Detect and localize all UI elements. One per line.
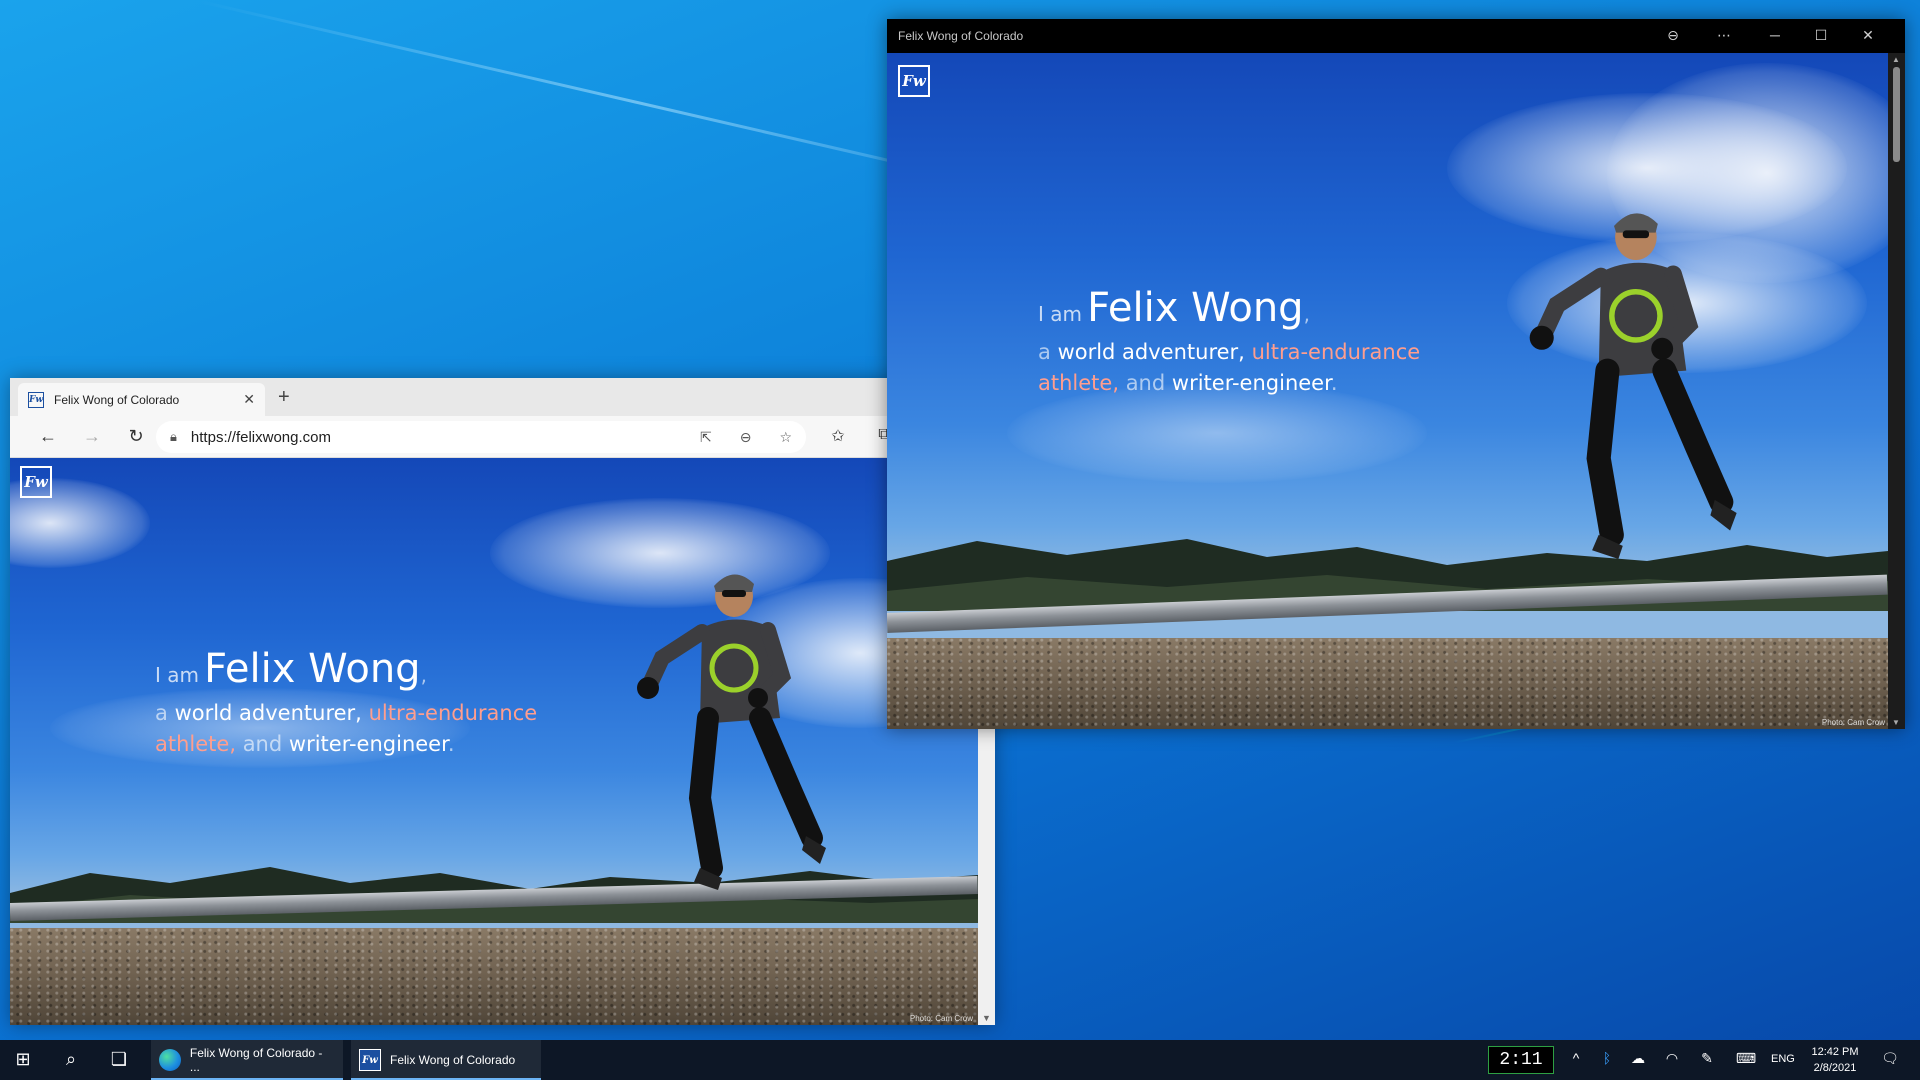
hero-comma: , xyxy=(420,663,427,687)
felix-wong-app-icon: Fw xyxy=(359,1049,381,1071)
gravel-ground xyxy=(887,638,1888,729)
runner-figure xyxy=(637,574,826,890)
wifi-icon[interactable]: ◠ xyxy=(1662,1050,1682,1067)
more-icon[interactable]: ⋯ xyxy=(1713,27,1735,44)
system-clock[interactable]: 12:42 PM 2/8/2021 xyxy=(1804,1044,1866,1076)
hero-name: Felix Wong xyxy=(1087,285,1304,331)
tagline-writer-engineer: writer-engineer xyxy=(288,732,448,756)
app-titlebar[interactable]: Felix Wong of Colorado ⊖ ⋯ ─ ☐ ✕ xyxy=(887,19,1905,53)
notifications-icon[interactable]: 🗨︎ xyxy=(1880,1050,1900,1067)
site-logo-icon[interactable]: Fw xyxy=(898,65,930,97)
edge-browser-window[interactable]: Fw Felix Wong of Colorado ✕ + ← → ↻ 🔒︎ h… xyxy=(10,378,995,1025)
show-hidden-icons-icon[interactable]: ^ xyxy=(1568,1050,1584,1066)
photo-credit: Photo: Cam Crow xyxy=(909,1014,973,1023)
tagline-ultra-endurance: ultra-endurance xyxy=(368,701,538,725)
tagline-ultra-endurance: ultra-endurance xyxy=(1251,340,1421,364)
refresh-icon[interactable]: ↻ xyxy=(124,426,148,447)
tagline-world-adventurer: world adventurer, xyxy=(1057,340,1245,364)
taskbar: ⊞ ⌕ ❏ Felix Wong of Colorado - ... Fw Fe… xyxy=(0,1040,1920,1080)
scroll-down-icon[interactable]: ▼ xyxy=(1892,718,1900,727)
touch-keyboard-icon[interactable]: ⌨ xyxy=(1735,1050,1757,1067)
gravel-ground xyxy=(10,928,978,1025)
pen-icon[interactable]: ✎ xyxy=(1697,1050,1717,1067)
forward-icon[interactable]: → xyxy=(80,426,104,447)
tab-close-icon[interactable]: ✕ xyxy=(243,391,255,408)
taskbar-app-pwa-label: Felix Wong of Colorado xyxy=(390,1053,516,1067)
tab-title: Felix Wong of Colorado xyxy=(54,392,180,407)
hero-comma: , xyxy=(1303,302,1310,326)
tagline-and: and xyxy=(242,732,283,756)
hero-tagline: a world adventurer, ultra-endurance athl… xyxy=(1038,337,1438,399)
zoom-out-icon[interactable]: ⊖ xyxy=(740,429,752,446)
site-logo-icon[interactable]: Fw xyxy=(20,466,52,498)
tagline-period: . xyxy=(447,732,455,756)
tagline-world-adventurer: world adventurer, xyxy=(174,701,362,725)
taskbar-app-edge[interactable]: Felix Wong of Colorado - ... xyxy=(151,1040,343,1080)
taskbar-app-pwa[interactable]: Fw Felix Wong of Colorado xyxy=(351,1040,541,1080)
runner-figure xyxy=(1529,213,1737,559)
tagline-a: a xyxy=(155,701,168,725)
hero-i-am: I am xyxy=(155,663,199,687)
task-view-icon[interactable]: ❏ xyxy=(107,1049,131,1070)
scroll-up-icon[interactable]: ▲ xyxy=(1892,55,1900,64)
scroll-thumb[interactable] xyxy=(1893,67,1900,162)
open-in-app-icon[interactable]: ⇱ xyxy=(700,429,712,446)
tagline-writer-engineer: writer-engineer xyxy=(1171,371,1331,395)
edge-icon xyxy=(159,1049,181,1071)
hero-heading: I am Felix Wong, a world adventurer, ult… xyxy=(155,646,555,760)
hero-i-am: I am xyxy=(1038,302,1082,326)
lock-icon[interactable]: 🔒︎ xyxy=(170,429,177,445)
new-tab-button[interactable]: + xyxy=(278,386,290,409)
timer-widget[interactable]: 2:11 xyxy=(1488,1046,1554,1074)
clock-time: 12:42 PM xyxy=(1811,1046,1859,1058)
scroll-down-icon[interactable]: ▼ xyxy=(982,1013,991,1023)
bluetooth-icon[interactable]: ᛒ xyxy=(1599,1050,1615,1066)
photo-credit: Photo: Cam Crow xyxy=(1821,718,1885,727)
tagline-athlete: athlete, xyxy=(1038,371,1119,395)
language-indicator[interactable]: ENG xyxy=(1771,1053,1795,1065)
tagline-athlete: athlete, xyxy=(155,732,236,756)
tagline-and: and xyxy=(1125,371,1166,395)
hero-tagline: a world adventurer, ultra-endurance athl… xyxy=(155,698,555,760)
zoom-icon[interactable]: ⊖ xyxy=(1662,27,1684,44)
clock-date: 2/8/2021 xyxy=(1813,1062,1857,1074)
minimize-icon[interactable]: ─ xyxy=(1764,27,1786,43)
site-favicon-icon: Fw xyxy=(28,391,44,408)
hero-heading: I am Felix Wong, a world adventurer, ult… xyxy=(1038,285,1438,399)
close-icon[interactable]: ✕ xyxy=(1857,27,1879,44)
favorites-icon[interactable]: ✩ xyxy=(826,426,850,446)
browser-toolbar: ← → ↻ 🔒︎ https://felixwong.com ⇱ ⊖ ☆ ✩ ⧉ xyxy=(10,416,995,458)
url-text[interactable]: https://felixwong.com xyxy=(191,429,686,446)
pwa-app-window[interactable]: Felix Wong of Colorado ⊖ ⋯ ─ ☐ ✕ Fw I am… xyxy=(887,19,1905,729)
add-favorite-icon[interactable]: ☆ xyxy=(779,429,792,446)
app-window-title: Felix Wong of Colorado xyxy=(898,29,1024,43)
back-icon[interactable]: ← xyxy=(36,426,60,447)
tagline-a: a xyxy=(1038,340,1051,364)
browser-tab[interactable]: Fw Felix Wong of Colorado ✕ xyxy=(18,383,265,416)
start-windows-icon[interactable]: ⊞ xyxy=(11,1049,35,1070)
onedrive-icon[interactable]: ☁ xyxy=(1628,1050,1648,1067)
search-icon[interactable]: ⌕ xyxy=(59,1049,83,1070)
hero-name: Felix Wong xyxy=(204,646,421,692)
tab-strip: Fw Felix Wong of Colorado ✕ + xyxy=(10,378,995,416)
app-scrollbar[interactable]: ▲ ▼ xyxy=(1888,53,1905,729)
maximize-icon[interactable]: ☐ xyxy=(1810,27,1832,44)
address-bar[interactable]: 🔒︎ https://felixwong.com ⇱ ⊖ ☆ xyxy=(156,421,806,453)
taskbar-app-edge-label: Felix Wong of Colorado - ... xyxy=(189,1046,323,1074)
tagline-period: . xyxy=(1330,371,1338,395)
